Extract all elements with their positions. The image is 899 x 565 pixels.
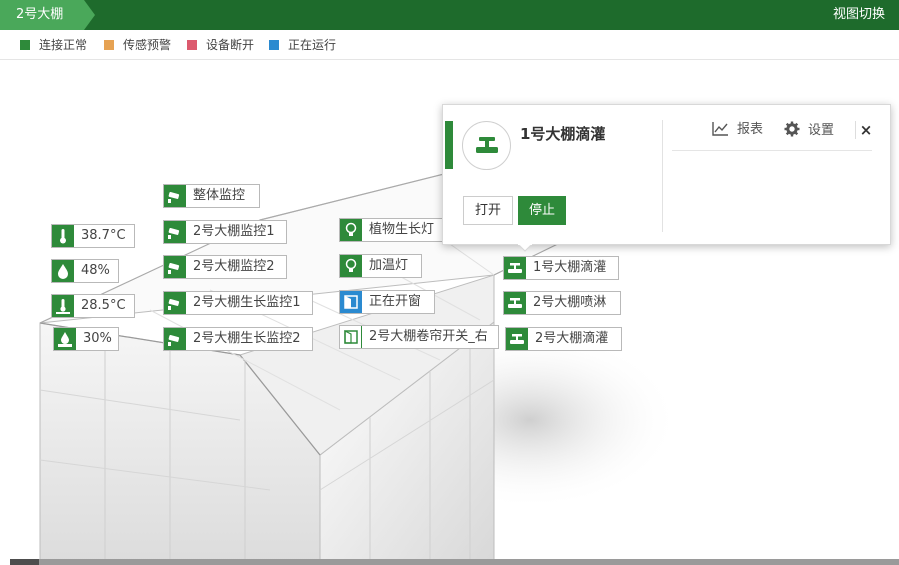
irrigation-label: 1号大棚滴灌 <box>533 260 607 275</box>
valve-icon <box>506 328 528 350</box>
irrigation-gh2-sprinkler[interactable]: 2号大棚喷淋 <box>503 291 621 315</box>
horizontal-scrollbar[interactable] <box>10 559 899 565</box>
bulb-icon <box>340 255 362 277</box>
device-window-opening[interactable]: 正在开窗 <box>339 290 435 314</box>
valve-icon <box>504 257 526 279</box>
popup-header-rule <box>672 150 872 151</box>
device-heating-lamp[interactable]: 加温灯 <box>339 254 422 278</box>
camera-label: 2号大棚生长监控2 <box>193 331 301 346</box>
settings-button[interactable]: 设置 <box>784 121 834 140</box>
device-label: 植物生长灯 <box>369 222 435 237</box>
camera-label: 2号大棚监控1 <box>193 224 275 239</box>
camera-label: 2号大棚生长监控1 <box>193 295 301 310</box>
status-swatch-icon <box>104 40 114 50</box>
camera-label: 2号大棚监控2 <box>193 259 275 274</box>
status-swatch-icon <box>187 40 197 50</box>
view-switch-button[interactable]: 视图切换 <box>833 0 885 30</box>
legend-label: 设备断开 <box>206 38 255 52</box>
sensor-value: 48% <box>81 263 110 278</box>
device-label: 加温灯 <box>369 258 409 273</box>
irrigation-label: 2号大棚喷淋 <box>533 295 607 310</box>
bulb-icon <box>340 219 362 241</box>
thermometer-icon <box>52 225 74 247</box>
legend-item-warning: 传感预警 <box>104 38 171 52</box>
legend-label: 连接正常 <box>39 38 88 52</box>
sensor-value: 30% <box>83 331 112 346</box>
popup-divider <box>662 120 663 232</box>
valve-icon <box>462 121 511 170</box>
device-grow-light[interactable]: 植物生长灯 <box>339 218 445 242</box>
device-label: 正在开窗 <box>369 294 422 309</box>
status-legend: 连接正常 传感预警 设备断开 正在运行 <box>0 30 899 60</box>
line-chart-icon <box>712 122 728 136</box>
top-bar: 2号大棚 视图切换 <box>0 0 899 30</box>
status-swatch-icon <box>20 40 30 50</box>
breadcrumb[interactable]: 2号大棚 <box>0 0 95 30</box>
soil-moisture-icon <box>54 328 76 350</box>
device-roller-switch-right[interactable]: 2号大棚卷帘开关_右 <box>339 325 499 349</box>
settings-label: 设置 <box>808 123 835 138</box>
camera-growth-1[interactable]: 2号大棚生长监控1 <box>163 291 313 315</box>
legend-item-disconnected: 设备断开 <box>187 38 254 52</box>
legend-item-connected: 连接正常 <box>20 38 87 52</box>
popup-title: 1号大棚滴灌 <box>520 125 606 143</box>
sensor-soil-moisture[interactable]: 30% <box>53 327 119 351</box>
camera-icon <box>164 328 186 350</box>
window-icon <box>340 326 362 348</box>
valve-icon <box>504 292 526 314</box>
camera-overall[interactable]: 整体监控 <box>163 184 260 208</box>
gear-icon <box>784 121 800 137</box>
irrigation-gh2-drip[interactable]: 2号大棚滴灌 <box>505 327 622 351</box>
camera-icon <box>164 256 186 278</box>
legend-label: 正在运行 <box>288 38 337 52</box>
sensor-value: 28.5°C <box>81 298 126 313</box>
sensor-air-humidity[interactable]: 48% <box>51 259 119 283</box>
popup-status-bar <box>445 121 453 169</box>
camera-icon <box>164 292 186 314</box>
camera-label: 整体监控 <box>193 188 246 203</box>
irrigation-gh1-drip[interactable]: 1号大棚滴灌 <box>503 256 619 280</box>
sensor-soil-temperature[interactable]: 28.5°C <box>51 294 135 318</box>
sensor-value: 38.7°C <box>81 228 126 243</box>
close-icon[interactable]: × <box>855 121 873 139</box>
legend-label: 传感预警 <box>123 38 172 52</box>
camera-greenhouse2-1[interactable]: 2号大棚监控1 <box>163 220 287 244</box>
open-button[interactable]: 打开 <box>463 196 513 225</box>
camera-greenhouse2-2[interactable]: 2号大棚监控2 <box>163 255 287 279</box>
soil-temperature-icon <box>52 295 74 317</box>
irrigation-label: 2号大棚滴灌 <box>535 331 609 346</box>
stop-button[interactable]: 停止 <box>518 196 566 225</box>
status-swatch-icon <box>269 40 279 50</box>
report-button[interactable]: 报表 <box>712 121 763 139</box>
report-label: 报表 <box>737 122 764 137</box>
device-label: 2号大棚卷帘开关_右 <box>369 329 488 344</box>
scrollbar-thumb[interactable] <box>10 559 39 565</box>
sensor-air-temperature[interactable]: 38.7°C <box>51 224 135 248</box>
camera-icon <box>164 221 186 243</box>
legend-item-running: 正在运行 <box>269 38 336 52</box>
popup-pointer <box>518 244 532 252</box>
camera-growth-2[interactable]: 2号大棚生长监控2 <box>163 327 313 351</box>
window-icon <box>340 291 362 313</box>
camera-icon <box>164 185 186 207</box>
device-popup: 1号大棚滴灌 报表 设置 × 打开 停止 <box>442 104 891 252</box>
humidity-drop-icon <box>52 260 74 282</box>
